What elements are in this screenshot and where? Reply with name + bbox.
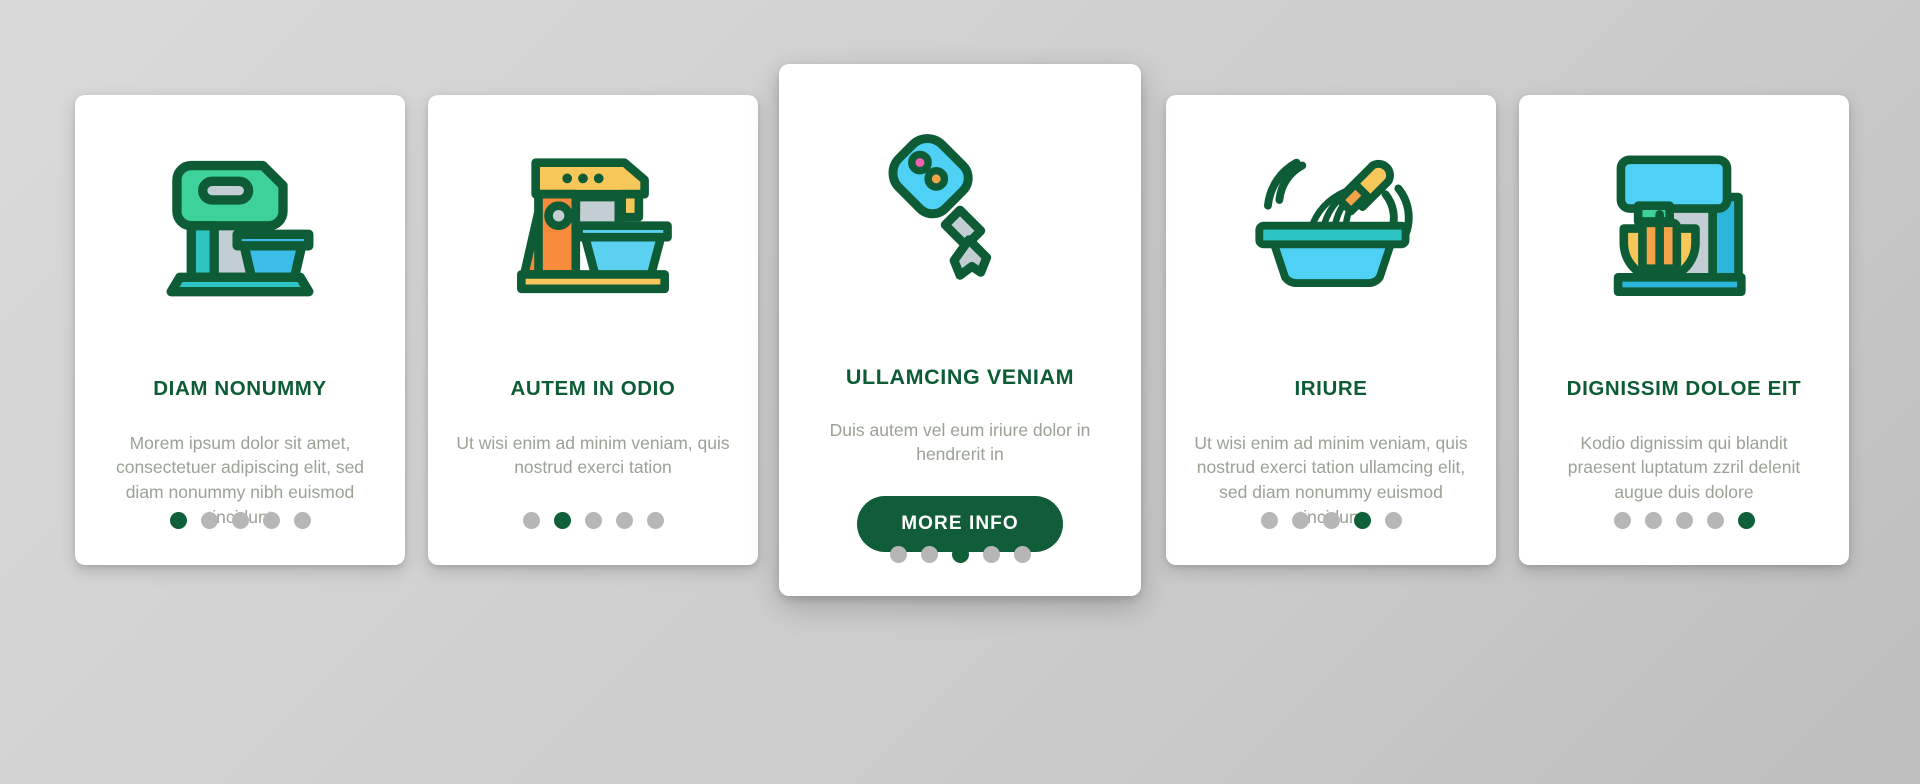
pagination-dot-3[interactable] — [584, 512, 602, 529]
pagination-dots[interactable] — [1166, 512, 1496, 529]
hand-mixer-icon — [75, 95, 405, 310]
pagination-dot-4[interactable] — [262, 512, 280, 529]
pagination-dot-1[interactable] — [1260, 512, 1278, 529]
card-body-text: Duis autem vel eum iriure dolor in hendr… — [829, 419, 1091, 465]
card-body-text: Ut wisi enim ad minim veniam, quis nostr… — [456, 432, 730, 478]
pagination-dot-2[interactable] — [553, 512, 571, 529]
pagination-dot-3[interactable] — [1675, 512, 1693, 529]
whisk-bowl-icon — [1166, 95, 1496, 310]
card-title: DIGNISSIM DOLOE EIT — [1566, 377, 1802, 400]
pagination-dot-1[interactable] — [169, 512, 187, 529]
onboarding-card-4[interactable]: IRIURE Ut wisi enim ad minim veniam, qui… — [1166, 95, 1496, 565]
pagination-dots[interactable] — [428, 512, 758, 529]
pagination-dot-3[interactable] — [951, 546, 969, 563]
pagination-dot-1[interactable] — [1613, 512, 1631, 529]
pagination-dot-2[interactable] — [1644, 512, 1662, 529]
stand-mixer-icon — [428, 95, 758, 310]
pagination-dot-4[interactable] — [1353, 512, 1371, 529]
pagination-dot-3[interactable] — [231, 512, 249, 529]
pagination-dot-5[interactable] — [1737, 512, 1755, 529]
card-title: ULLAMCING VENIAM — [845, 365, 1075, 389]
pagination-dot-1[interactable] — [889, 546, 907, 563]
pagination-dot-5[interactable] — [646, 512, 664, 529]
more-info-button[interactable]: MORE INFO — [857, 496, 1063, 553]
onboarding-screens-stage: DIAM NONUMMY Morem ipsum dolor sit amet,… — [0, 0, 1920, 784]
card-title: IRIURE — [1294, 377, 1368, 400]
pagination-dot-5[interactable] — [1013, 546, 1031, 563]
pagination-dot-2[interactable] — [920, 546, 938, 563]
immersion-blender-icon — [779, 64, 1141, 312]
pagination-dot-5[interactable] — [1384, 512, 1402, 529]
pagination-dot-3[interactable] — [1322, 512, 1340, 529]
pagination-dot-2[interactable] — [200, 512, 218, 529]
pagination-dot-4[interactable] — [615, 512, 633, 529]
pagination-dot-4[interactable] — [1706, 512, 1724, 529]
pagination-dots[interactable] — [1519, 512, 1849, 529]
onboarding-card-5[interactable]: DIGNISSIM DOLOE EIT Kodio dignissim qui … — [1519, 95, 1849, 565]
pagination-dot-5[interactable] — [293, 512, 311, 529]
card-title: DIAM NONUMMY — [153, 377, 327, 400]
onboarding-card-3[interactable]: ULLAMCING VENIAM Duis autem vel eum iriu… — [779, 64, 1141, 596]
pagination-dots[interactable] — [75, 512, 405, 529]
pagination-dots[interactable] — [779, 546, 1141, 563]
onboarding-card-1[interactable]: DIAM NONUMMY Morem ipsum dolor sit amet,… — [75, 95, 405, 565]
pagination-dot-1[interactable] — [522, 512, 540, 529]
pagination-dot-2[interactable] — [1291, 512, 1309, 529]
card-title: AUTEM IN ODIO — [510, 377, 676, 400]
onboarding-card-2[interactable]: AUTEM IN ODIO Ut wisi enim ad minim veni… — [428, 95, 758, 565]
card-body-text: Kodio dignissim qui blandit praesent lup… — [1567, 432, 1801, 503]
pagination-dot-4[interactable] — [982, 546, 1000, 563]
kitchen-mixer-icon — [1519, 95, 1849, 310]
